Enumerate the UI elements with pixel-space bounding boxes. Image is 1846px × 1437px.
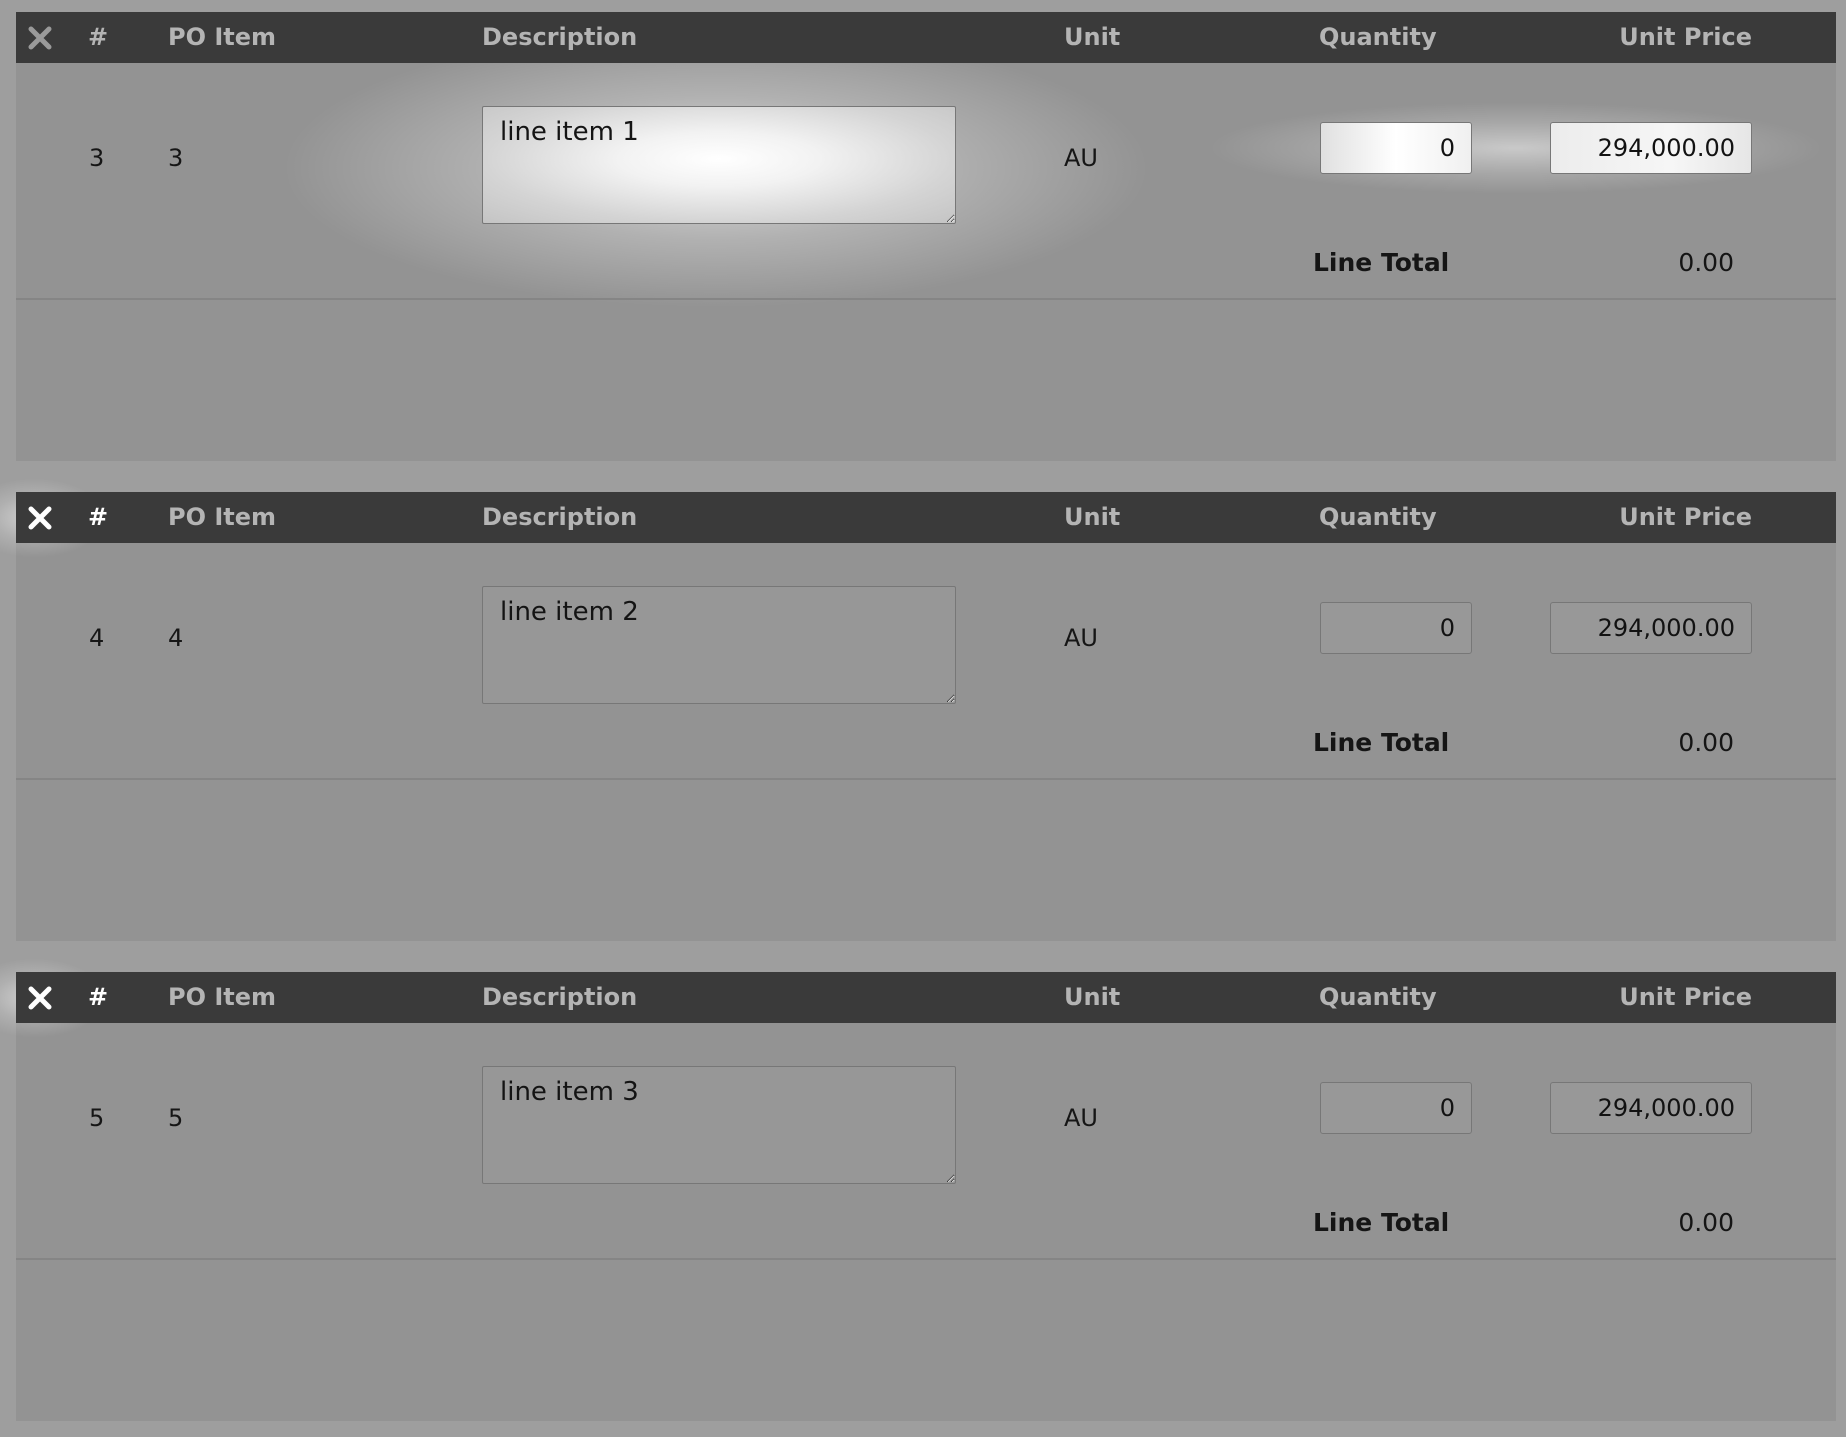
header-number: # — [88, 23, 109, 51]
line-total-label: Line Total — [1313, 1208, 1450, 1237]
po-line-item-block: # PO Item Description Unit Quantity Unit… — [0, 478, 1836, 941]
line-item-header: # PO Item Description Unit Quantity Unit… — [16, 972, 1836, 1023]
description-textarea[interactable]: line item 2 — [482, 586, 956, 704]
description-textarea[interactable]: line item 3 — [482, 1066, 956, 1184]
close-x-icon — [28, 986, 52, 1010]
unit-value: AU — [1064, 1104, 1098, 1132]
po-item-number: 3 — [168, 144, 184, 172]
po-line-item-block: # PO Item Description Unit Quantity Unit… — [0, 958, 1836, 1421]
unit-price-input[interactable] — [1550, 602, 1752, 654]
header-po-item: PO Item — [168, 503, 277, 531]
description-textarea[interactable]: line item 1 — [482, 106, 956, 224]
header-po-item: PO Item — [168, 983, 277, 1011]
row-divider — [16, 1258, 1836, 1260]
header-unit-price: Unit Price — [1619, 23, 1752, 51]
line-total-label: Line Total — [1313, 248, 1450, 277]
row-divider — [16, 298, 1836, 300]
remove-line-item-button[interactable] — [26, 24, 54, 52]
line-total-label: Line Total — [1313, 728, 1450, 757]
po-item-number: 4 — [168, 624, 184, 652]
header-po-item: PO Item — [168, 23, 277, 51]
unit-value: AU — [1064, 144, 1098, 172]
header-description: Description — [482, 983, 638, 1011]
header-number: # — [88, 983, 109, 1011]
unit-price-input[interactable] — [1550, 1082, 1752, 1134]
header-unit: Unit — [1064, 983, 1121, 1011]
close-x-icon — [28, 26, 52, 50]
line-item-header: # PO Item Description Unit Quantity Unit… — [16, 12, 1836, 63]
remove-line-item-button[interactable] — [26, 504, 54, 532]
header-unit-price: Unit Price — [1619, 503, 1752, 531]
line-total-value: 0.00 — [1678, 248, 1734, 277]
header-quantity: Quantity — [1319, 23, 1437, 51]
header-quantity: Quantity — [1319, 503, 1437, 531]
row-divider — [16, 778, 1836, 780]
header-unit: Unit — [1064, 503, 1121, 531]
line-number: 3 — [89, 144, 105, 172]
header-unit-price: Unit Price — [1619, 983, 1752, 1011]
line-total-value: 0.00 — [1678, 728, 1734, 757]
header-unit: Unit — [1064, 23, 1121, 51]
unit-price-input[interactable] — [1550, 122, 1752, 174]
quantity-input[interactable] — [1320, 602, 1472, 654]
line-total-value: 0.00 — [1678, 1208, 1734, 1237]
remove-line-item-button[interactable] — [26, 984, 54, 1012]
header-number: # — [88, 503, 109, 531]
header-description: Description — [482, 23, 638, 51]
header-description: Description — [482, 503, 638, 531]
line-number: 4 — [89, 624, 105, 652]
unit-value: AU — [1064, 624, 1098, 652]
quantity-input[interactable] — [1320, 1082, 1472, 1134]
line-number: 5 — [89, 1104, 105, 1132]
close-x-icon — [28, 506, 52, 530]
line-item-header: # PO Item Description Unit Quantity Unit… — [16, 492, 1836, 543]
po-item-number: 5 — [168, 1104, 184, 1132]
po-line-item-block: # PO Item Description Unit Quantity Unit… — [16, 12, 1836, 461]
quantity-input[interactable] — [1320, 122, 1472, 174]
header-quantity: Quantity — [1319, 983, 1437, 1011]
